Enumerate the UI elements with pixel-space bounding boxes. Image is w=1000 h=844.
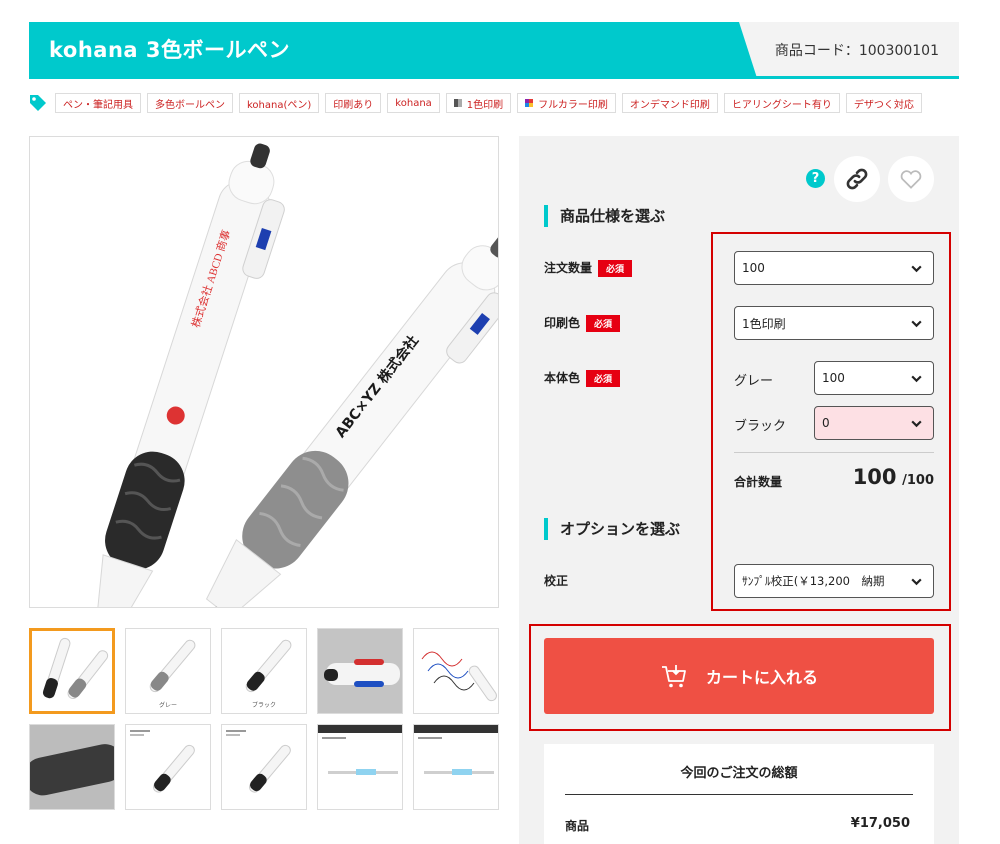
chevron-down-icon bbox=[911, 420, 922, 428]
cart-icon bbox=[661, 665, 686, 688]
help-icon[interactable]: ? bbox=[806, 169, 825, 188]
tag-item[interactable]: ペン・筆記用具 bbox=[55, 93, 141, 113]
thumbnail[interactable] bbox=[413, 724, 499, 810]
total-quantity-value: 100 /100 bbox=[852, 465, 934, 489]
summary-title: 今回のご注文の総額 bbox=[680, 766, 798, 781]
tag-item[interactable]: 1色印刷 bbox=[445, 93, 512, 113]
thumbnail-caption: グレー bbox=[158, 702, 177, 709]
black-color-label: ブラック bbox=[734, 419, 787, 434]
body-color-label: 本体色 必須 bbox=[544, 369, 621, 387]
required-badge: 必須 bbox=[586, 315, 621, 332]
thumbnail[interactable] bbox=[29, 724, 115, 810]
product-code-box: 商品コード：100300101 bbox=[739, 22, 959, 78]
black-quantity-select[interactable]: 0 bbox=[814, 406, 934, 440]
thumbnail[interactable] bbox=[221, 724, 307, 810]
tag-item[interactable]: ヒアリングシート有り bbox=[723, 93, 840, 113]
product-header: kohana 3色ボールペン 商品コード：100300101 bbox=[29, 22, 959, 80]
thumbnail[interactable] bbox=[125, 724, 211, 810]
copy-link-button[interactable] bbox=[834, 156, 880, 202]
thumbnail[interactable]: グレー bbox=[125, 628, 211, 714]
product-code: 商品コード：100300101 bbox=[774, 43, 939, 59]
print-color-select[interactable]: 1色印刷 bbox=[734, 306, 934, 340]
tag-item[interactable]: デザつく対応 bbox=[845, 93, 922, 113]
add-to-cart-label: カートに入れる bbox=[705, 668, 818, 687]
quantity-label: 注文数量 必須 bbox=[544, 259, 633, 277]
tag-item[interactable]: kohana bbox=[387, 93, 440, 113]
thumbnail[interactable] bbox=[317, 724, 403, 810]
main-product-image[interactable]: 株式会社 ABCD 商事 ABC×YZ 株式会社 bbox=[29, 136, 499, 608]
summary-product-label: 商品 bbox=[565, 819, 590, 833]
proof-select[interactable]: ｻﾝﾌﾟﾙ校正(￥13,200 納期 bbox=[734, 564, 934, 598]
summary-divider bbox=[565, 794, 913, 795]
thumbnail[interactable]: ブラック bbox=[221, 628, 307, 714]
gray-color-label: グレー bbox=[734, 374, 774, 389]
gray-quantity-select[interactable]: 100 bbox=[814, 361, 934, 395]
link-icon bbox=[846, 168, 868, 190]
required-badge: 必須 bbox=[586, 370, 621, 387]
tag-item[interactable]: オンデマンド印刷 bbox=[621, 93, 718, 113]
thumbnail[interactable] bbox=[317, 628, 403, 714]
chevron-down-icon bbox=[911, 375, 922, 383]
divider bbox=[734, 452, 934, 453]
add-to-cart-button[interactable]: カートに入れる bbox=[544, 638, 934, 714]
tag-item[interactable]: 印刷あり bbox=[325, 93, 382, 113]
chevron-down-icon bbox=[911, 265, 922, 273]
summary-product-value: ¥17,050 bbox=[850, 816, 910, 831]
print-color-label: 印刷色 必須 bbox=[544, 314, 621, 332]
proof-label: 校正 bbox=[544, 574, 569, 588]
thumbnail-caption: ブラック bbox=[251, 702, 276, 709]
tag-item[interactable]: フルカラー印刷 bbox=[517, 93, 616, 113]
chevron-down-icon bbox=[911, 320, 922, 328]
favorite-button[interactable] bbox=[888, 156, 934, 202]
option-section-title: オプションを選ぶ bbox=[544, 518, 680, 540]
thumbnail[interactable] bbox=[29, 628, 115, 714]
thumbnail[interactable] bbox=[413, 628, 499, 714]
required-badge: 必須 bbox=[598, 260, 633, 277]
product-title: kohana 3色ボールペン bbox=[49, 38, 290, 62]
tag-item[interactable]: kohana(ペン) bbox=[239, 93, 320, 113]
tag-list: ペン・筆記用具 多色ボールペン kohana(ペン) 印刷あり kohana 1… bbox=[29, 92, 928, 114]
mono-print-icon bbox=[453, 99, 462, 107]
fullcolor-print-icon bbox=[525, 99, 534, 107]
heart-icon bbox=[900, 170, 922, 189]
order-summary: 今回のご注文の総額 商品 ¥17,050 bbox=[544, 744, 934, 844]
total-quantity-label: 合計数量 bbox=[734, 475, 783, 489]
spec-section-title: 商品仕様を選ぶ bbox=[544, 205, 665, 227]
tag-item[interactable]: 多色ボールペン bbox=[147, 93, 233, 113]
chevron-down-icon bbox=[911, 578, 922, 586]
quantity-select[interactable]: 100 bbox=[734, 251, 934, 285]
tag-icon bbox=[29, 93, 49, 113]
header-underline bbox=[29, 76, 959, 79]
